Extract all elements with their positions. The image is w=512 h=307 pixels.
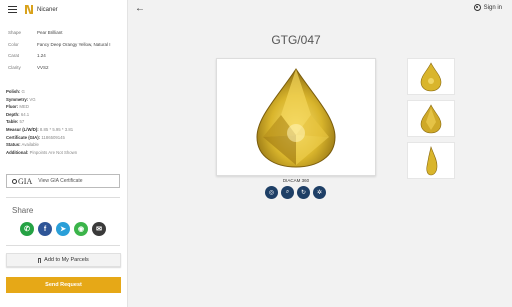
app-logo[interactable]: Nicaner bbox=[25, 5, 58, 14]
detail-label: Certificate (GIA): bbox=[6, 134, 41, 140]
sidebar: Nicaner Shape Pear Brilliant Color Fancy… bbox=[0, 0, 128, 307]
detail-label: Fluor: bbox=[6, 104, 19, 110]
main-content: ← Sign in GTG/047 DIACAM 360 ◎ ⌕ ↻ ✲ bbox=[128, 0, 512, 307]
bookmark-icon bbox=[38, 257, 42, 263]
spec-label: Clarity bbox=[8, 64, 21, 70]
rotate-button[interactable]: ↻ bbox=[297, 186, 310, 199]
detail-depth: Depth: 64.1 bbox=[6, 111, 127, 119]
add-to-parcels-button[interactable]: Add to My Parcels bbox=[6, 253, 121, 267]
detail-label: Polish: bbox=[6, 89, 21, 94]
detail-symmetry: Symmetry: VG bbox=[6, 96, 127, 104]
detail-certificate: Certificate (GIA): 1186509145 bbox=[6, 134, 127, 142]
app-name: Nicaner bbox=[37, 6, 58, 13]
menu-icon[interactable] bbox=[8, 6, 17, 13]
pear-diamond-icon bbox=[256, 68, 336, 168]
detail-additional: Additional: Pinpoints Are Not Shown bbox=[6, 149, 127, 157]
detail-label: Additional: bbox=[6, 149, 29, 155]
detail-fluor: Fluor: MED bbox=[6, 103, 127, 111]
settings-button[interactable]: ✲ bbox=[313, 186, 326, 199]
send-request-button[interactable]: Send Request bbox=[6, 277, 121, 293]
main-diamond-image[interactable] bbox=[216, 58, 376, 176]
viewer-controls: ◎ ⌕ ↻ ✲ bbox=[265, 186, 329, 199]
detail-value: Available bbox=[21, 142, 39, 148]
detail-polish: Polish: G bbox=[6, 88, 127, 96]
thumbnail-list bbox=[407, 58, 455, 184]
logo-icon bbox=[25, 5, 34, 14]
back-arrow-icon[interactable]: ← bbox=[135, 3, 145, 14]
360-view-button[interactable]: ◎ bbox=[265, 186, 278, 199]
detail-value: Pinpoints Are Not Shown bbox=[29, 149, 78, 155]
gia-logo-text: GIA bbox=[18, 176, 33, 186]
detail-label: Symmetry: bbox=[6, 96, 29, 102]
divider bbox=[6, 197, 120, 198]
wechat-icon[interactable]: ◉ bbox=[74, 222, 88, 236]
email-icon[interactable]: ✉ bbox=[92, 222, 106, 236]
detail-label: Depth: bbox=[6, 111, 20, 117]
detail-status: Status: Available bbox=[6, 141, 127, 149]
spec-value: Pear Brilliant bbox=[37, 30, 63, 36]
spec-label: Carat bbox=[8, 53, 20, 59]
gia-logo-icon: GIA bbox=[12, 177, 32, 186]
detail-value: 1186509145 bbox=[41, 134, 65, 140]
spec-table: Shape Pear Brilliant Color Fancy Deep Or… bbox=[0, 27, 127, 73]
share-heading: Share bbox=[12, 206, 34, 215]
detail-value: 64.1 bbox=[20, 111, 30, 117]
details-list: Polish: G Symmetry: VG Fluor: MED Depth:… bbox=[0, 88, 127, 156]
view-gia-certificate-button[interactable]: GIA View GIA Certificate bbox=[6, 174, 120, 188]
thumbnail-front[interactable] bbox=[407, 58, 455, 95]
spec-label: Shape bbox=[8, 30, 22, 36]
detail-measurements: Measur (L/W/D): 8.85 * 5.95 * 3.81 bbox=[6, 126, 127, 134]
spec-label: Color bbox=[8, 41, 19, 47]
gia-button-label: View GIA Certificate bbox=[38, 178, 83, 184]
detail-label: Table: bbox=[6, 119, 19, 125]
spec-value: Fancy Deep Orangy Yellow, Natural I bbox=[37, 41, 111, 47]
detail-label: Measur (L/W/D): bbox=[6, 126, 39, 132]
add-to-parcels-label: Add to My Parcels bbox=[44, 257, 89, 263]
detail-value: VG bbox=[29, 96, 36, 102]
spec-row-color: Color Fancy Deep Orangy Yellow, Natural … bbox=[8, 39, 127, 51]
zoom-button[interactable]: ⌕ bbox=[281, 186, 294, 199]
account-icon bbox=[473, 4, 481, 11]
telegram-icon[interactable]: ➤ bbox=[56, 222, 70, 236]
divider bbox=[6, 245, 120, 246]
sidebar-header: Nicaner bbox=[0, 0, 127, 19]
detail-value: 57 bbox=[19, 119, 25, 125]
share-icons: ✆ f ➤ ◉ ✉ bbox=[20, 222, 110, 236]
thumb-diamond-icon bbox=[426, 145, 438, 175]
detail-value: G bbox=[21, 89, 25, 94]
sign-in-button[interactable]: Sign in bbox=[473, 4, 502, 11]
thumb-diamond-icon bbox=[420, 61, 442, 91]
whatsapp-icon[interactable]: ✆ bbox=[20, 222, 34, 236]
detail-value: 8.85 * 5.95 * 3.81 bbox=[39, 126, 74, 132]
sign-in-label: Sign in bbox=[483, 4, 502, 11]
spec-row-clarity: Clarity VVS2 bbox=[8, 62, 127, 74]
thumb-diamond-icon bbox=[420, 103, 442, 133]
facebook-icon[interactable]: f bbox=[38, 222, 52, 236]
image-caption: DIACAM 360 bbox=[282, 178, 310, 183]
spec-value: 1.24 bbox=[37, 53, 46, 59]
thumbnail-top[interactable] bbox=[407, 100, 455, 137]
spec-row-shape: Shape Pear Brilliant bbox=[8, 27, 127, 39]
detail-value: MED bbox=[19, 104, 29, 110]
thumbnail-side[interactable] bbox=[407, 142, 455, 179]
detail-label: Status: bbox=[6, 142, 21, 148]
spec-row-carat: Carat 1.24 bbox=[8, 50, 127, 62]
stock-id-title: GTG/047 bbox=[271, 33, 321, 47]
spec-value: VVS2 bbox=[37, 64, 49, 70]
detail-table: Table: 57 bbox=[6, 118, 127, 126]
